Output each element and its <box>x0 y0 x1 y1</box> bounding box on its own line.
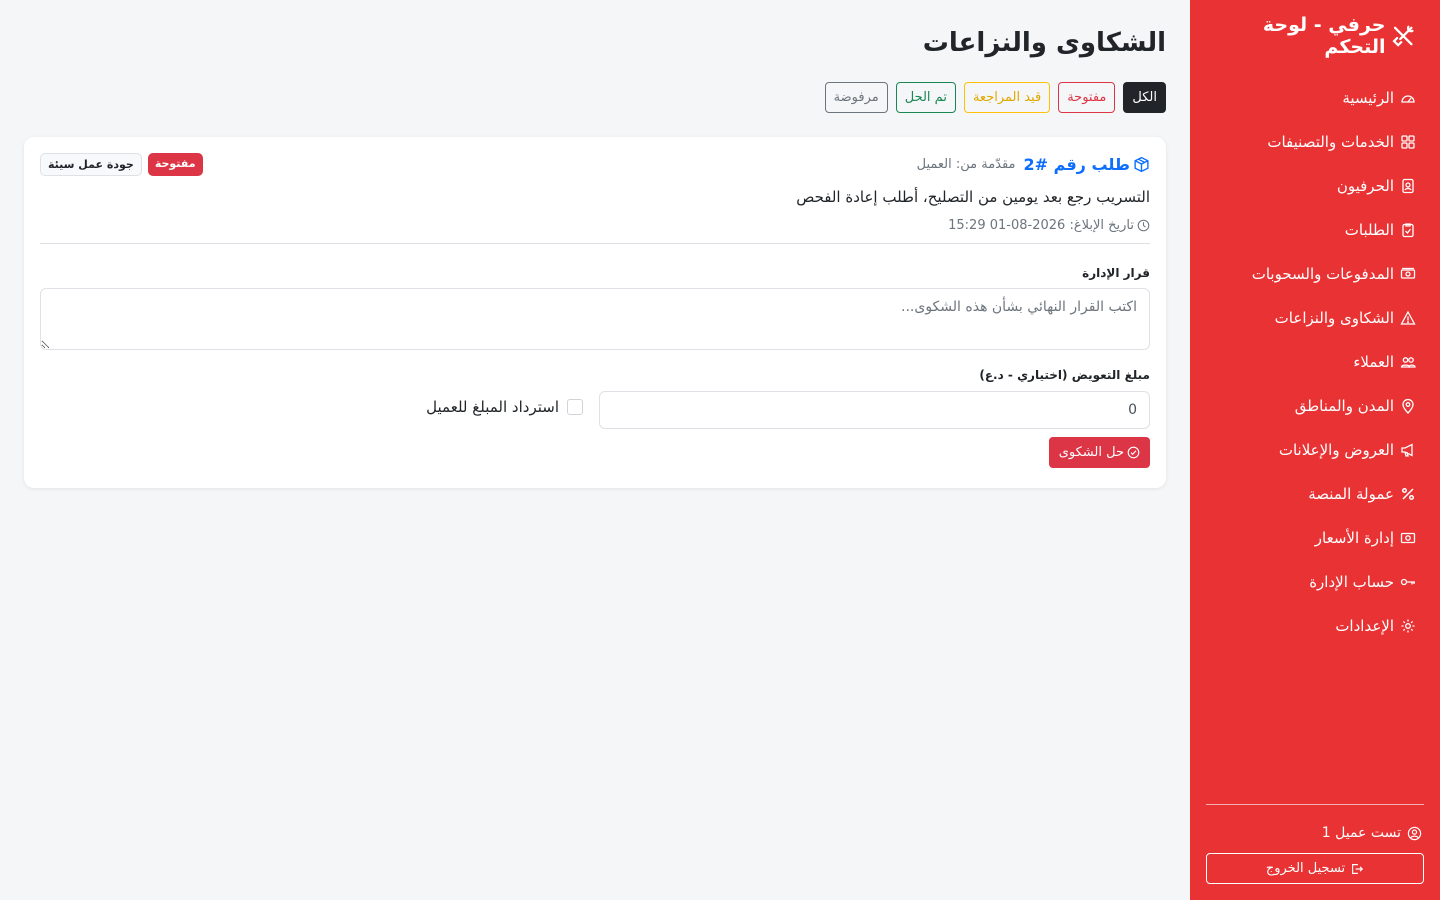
sidebar-item-label: إدارة الأسعار <box>1314 529 1394 547</box>
decision-label: قرار الإدارة <box>1082 266 1150 280</box>
resolve-complaint-button[interactable]: حل الشكوى <box>1048 437 1150 468</box>
sidebar-item-label: العملاء <box>1353 353 1394 371</box>
sidebar-item-label: عمولة المنصة <box>1308 485 1394 503</box>
sidebar-item-services[interactable]: الخدمات والتصنيفات <box>1206 120 1424 164</box>
amount-label: مبلغ التعويض (اختياري - د.ع) <box>979 368 1150 382</box>
filter-rejected-button[interactable]: مرفوضة <box>824 82 888 113</box>
warning-icon <box>1400 310 1416 325</box>
sidebar-footer: تست عميل 1 تسجيل الخروج <box>1206 804 1424 884</box>
sidebar-item-label: الخدمات والتصنيفات <box>1267 133 1394 151</box>
user-circle-icon <box>1407 826 1422 840</box>
complaint-badges: مفتوحة جودة عمل سيئة <box>40 153 203 176</box>
sidebar-item-label: العروض والإعلانات <box>1278 441 1394 459</box>
filter-all-button[interactable]: الكل <box>1123 82 1166 113</box>
order-link[interactable]: طلب رقم #2 <box>1024 155 1150 174</box>
grid-icon <box>1401 135 1415 149</box>
person-badge-icon <box>1402 178 1414 194</box>
order-number: طلب رقم #2 <box>1023 155 1130 174</box>
current-user-name: تست عميل 1 <box>1321 825 1401 841</box>
status-filters: الكل مفتوحة قيد المراجعة تم الحل مرفوضة <box>24 82 1166 113</box>
logout-icon <box>1352 863 1364 874</box>
resolve-complaint-label: حل الشكوى <box>1058 445 1124 460</box>
percent-icon <box>1401 487 1415 501</box>
report-date-text: تاريخ الإبلاغ: 2026-08-01 15:29 <box>948 218 1134 233</box>
complaint-card: طلب رقم #2 مقدّمة من: العميل مفتوحة جودة… <box>24 137 1166 488</box>
filter-review-button[interactable]: قيد المراجعة <box>963 82 1051 113</box>
sidebar-item-label: الحرفيون <box>1336 177 1394 195</box>
people-icon <box>1400 357 1416 368</box>
speedometer-icon <box>1401 95 1415 103</box>
filter-open-button[interactable]: مفتوحة <box>1058 82 1116 113</box>
sidebar-item-customers[interactable]: العملاء <box>1206 340 1424 384</box>
check-circle-icon <box>1127 446 1140 459</box>
cash-icon <box>1400 532 1416 544</box>
filter-resolved-button[interactable]: تم الحل <box>895 82 956 113</box>
logout-label: تسجيل الخروج <box>1265 861 1346 876</box>
sidebar-item-label: الطلبات <box>1344 221 1394 239</box>
sidebar-item-label: الإعدادات <box>1335 617 1394 635</box>
sidebar: حرفي - لوحة التحكم الرئيسية الخدمات والت… <box>1190 0 1440 900</box>
geo-pin-icon <box>1402 398 1414 414</box>
refund-label: استرداد المبلغ للعميل <box>426 398 559 416</box>
refund-checkbox[interactable] <box>567 399 583 415</box>
report-date: تاريخ الإبلاغ: 2026-08-01 15:29 <box>40 218 1150 233</box>
sidebar-item-label: المدفوعات والسحوبات <box>1251 265 1394 283</box>
sidebar-item-label: المدن والمناطق <box>1294 397 1394 415</box>
compensation-amount-input[interactable] <box>599 391 1150 429</box>
box-icon <box>1134 156 1149 173</box>
clock-icon <box>1137 219 1150 232</box>
sidebar-item-home[interactable]: الرئيسية <box>1206 76 1424 120</box>
complaint-description: التسريب رجع بعد يومين من التصليح، أطلب إ… <box>796 188 1150 206</box>
sidebar-item-craftsmen[interactable]: الحرفيون <box>1206 164 1424 208</box>
sidebar-item-payments[interactable]: المدفوعات والسحوبات <box>1206 252 1424 296</box>
sidebar-divider <box>1206 804 1424 805</box>
sidebar-item-admin-account[interactable]: حساب الإدارة <box>1206 560 1424 604</box>
submitted-by: مقدّمة من: العميل <box>916 157 1016 172</box>
logout-button[interactable]: تسجيل الخروج <box>1206 853 1424 884</box>
cash-stack-icon <box>1400 267 1416 279</box>
key-icon <box>1400 578 1415 586</box>
complaint-meta: طلب رقم #2 مقدّمة من: العميل <box>917 155 1150 174</box>
sidebar-item-label: الرئيسية <box>1342 89 1394 107</box>
sidebar-item-pricing[interactable]: إدارة الأسعار <box>1206 516 1424 560</box>
decision-textarea[interactable] <box>40 288 1150 350</box>
megaphone-icon <box>1401 443 1413 457</box>
main-content: الشكاوى والنزاعات الكل مفتوحة قيد المراج… <box>24 0 1166 488</box>
sidebar-item-offers[interactable]: العروض والإعلانات <box>1206 428 1424 472</box>
sidebar-item-label: الشكاوى والنزاعات <box>1274 309 1394 327</box>
brand-title: حرفي - لوحة التحكم <box>1262 14 1386 58</box>
sidebar-item-complaints[interactable]: الشكاوى والنزاعات <box>1206 296 1424 340</box>
card-divider <box>40 243 1150 244</box>
gear-icon <box>1401 619 1415 633</box>
amount-row: استرداد المبلغ للعميل <box>40 391 1150 429</box>
sidebar-item-commission[interactable]: عمولة المنصة <box>1206 472 1424 516</box>
clipboard-check-icon <box>1402 223 1414 238</box>
sidebar-item-label: حساب الإدارة <box>1309 573 1394 591</box>
sidebar-item-settings[interactable]: الإعدادات <box>1206 604 1424 648</box>
page-title: الشكاوى والنزاعات <box>922 28 1166 58</box>
complaint-header: طلب رقم #2 مقدّمة من: العميل مفتوحة جودة… <box>40 153 1150 176</box>
sidebar-nav: الرئيسية الخدمات والتصنيفات الحرفيون الط… <box>1206 76 1424 648</box>
tools-icon <box>1392 25 1415 47</box>
current-user: تست عميل 1 <box>1206 823 1424 843</box>
refund-option[interactable]: استرداد المبلغ للعميل <box>426 398 583 416</box>
sidebar-item-cities[interactable]: المدن والمناطق <box>1206 384 1424 428</box>
status-badge: مفتوحة <box>147 153 203 176</box>
complaint-type-badge: جودة عمل سيئة <box>40 153 142 176</box>
brand[interactable]: حرفي - لوحة التحكم <box>1206 14 1424 58</box>
sidebar-item-orders[interactable]: الطلبات <box>1206 208 1424 252</box>
